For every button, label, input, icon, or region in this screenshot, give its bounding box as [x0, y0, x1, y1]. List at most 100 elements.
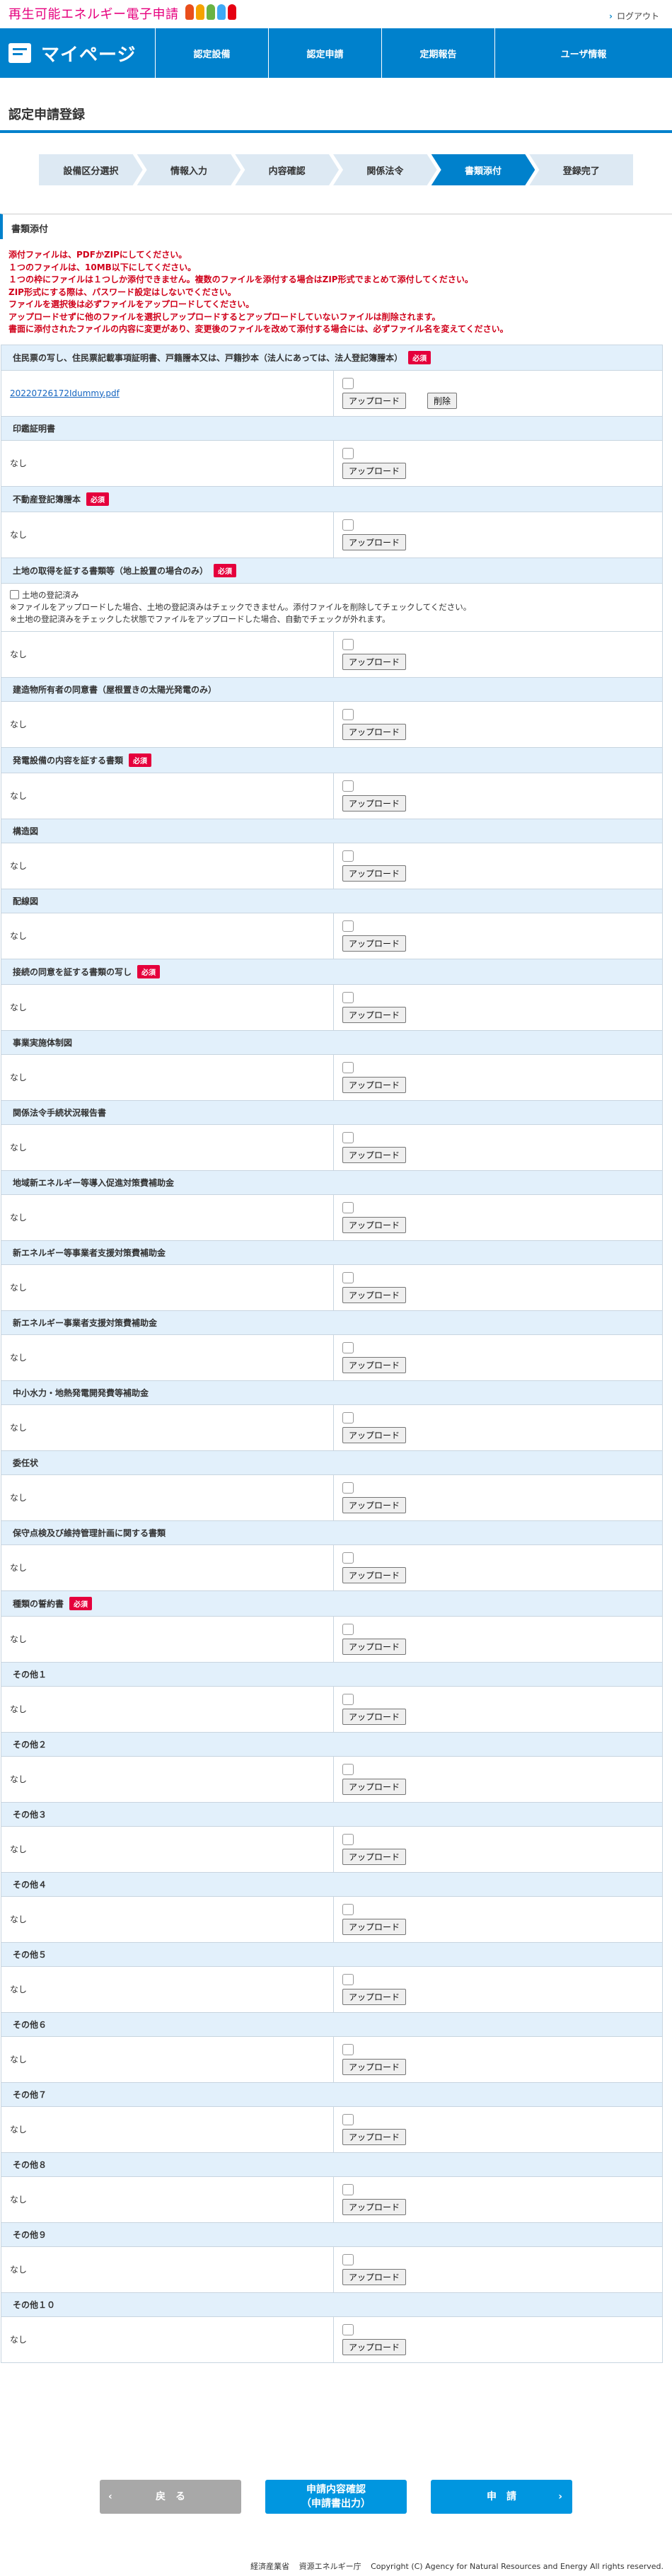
document-title-text: 新エネルギー等事業者支援対策費補助金 [13, 1247, 166, 1258]
upload-button[interactable]: アップロード [342, 2338, 407, 2355]
document-title-text: 土地の取得を証する書類等（地上設置の場合のみ） [13, 565, 209, 576]
nav-item-application[interactable]: 認定申請 [269, 28, 382, 78]
file-select-input[interactable] [342, 780, 354, 792]
file-select-input[interactable] [342, 1131, 354, 1143]
upload-actions: アップロード [342, 2128, 654, 2145]
step-info-input: 情報入力 [137, 154, 241, 185]
document-row: なし アップロード [1, 2106, 662, 2153]
delete-button[interactable]: 削除 [427, 392, 458, 409]
file-select-input[interactable] [342, 519, 354, 531]
upload-actions: アップロード [342, 1286, 654, 1303]
file-select-input[interactable] [342, 1201, 354, 1213]
document-row: なし アップロード [1, 1474, 662, 1521]
upload-button[interactable]: アップロード [342, 1076, 407, 1093]
file-select-input[interactable] [342, 1061, 354, 1073]
upload-button[interactable]: アップロード [342, 1216, 407, 1233]
apply-button[interactable]: 申 請 › [431, 2479, 572, 2514]
attached-file-link[interactable]: 20220726172Idummy.pdf [10, 388, 120, 398]
upload-button[interactable]: アップロード [342, 2058, 407, 2075]
file-select-input[interactable] [342, 1552, 354, 1564]
document-title-text: その他９ [13, 2229, 47, 2240]
file-select-input[interactable] [342, 638, 354, 650]
file-select-input[interactable] [342, 377, 354, 389]
no-file-text: なし [1, 1616, 334, 1662]
document-title: その他１ [1, 1662, 662, 1687]
file-select-input[interactable] [342, 2043, 354, 2055]
upload-button[interactable]: アップロード [342, 1988, 407, 2005]
upload-button[interactable]: アップロード [342, 392, 407, 409]
file-select-input[interactable] [342, 1693, 354, 1705]
document-title: 建造物所有者の同意書（屋根置きの太陽光発電のみ） [1, 677, 662, 702]
upload-actions: アップロード [342, 1918, 654, 1935]
upload-button[interactable]: アップロード [342, 533, 407, 550]
mascot-logo [185, 4, 236, 20]
file-select-input[interactable] [342, 1271, 354, 1283]
upload-button[interactable]: アップロード [342, 1638, 407, 1655]
file-select-input[interactable] [342, 2253, 354, 2265]
upload-actions: アップロード [342, 1006, 654, 1023]
file-select-input[interactable] [342, 1623, 354, 1635]
nav-item-user-info[interactable]: ユーザ情報 [495, 28, 672, 78]
nav-item-periodic-report[interactable]: 定期報告 [382, 28, 495, 78]
land-registered-checkbox[interactable] [10, 589, 19, 599]
upload-button[interactable]: アップロード [342, 2128, 407, 2145]
upload-button[interactable]: アップロード [342, 865, 407, 882]
file-select-input[interactable] [342, 1482, 354, 1494]
footer-ministry: 経済産業省 [250, 2561, 290, 2571]
file-select-input[interactable] [342, 2323, 354, 2335]
upload-actions: アップロード [342, 1988, 654, 2005]
upload-button[interactable]: アップロード [342, 1286, 407, 1303]
file-select-input[interactable] [342, 1411, 354, 1423]
upload-button[interactable]: アップロード [342, 1778, 407, 1795]
document-title: その他５ [1, 1942, 662, 1967]
document-row: なし アップロード [1, 1686, 662, 1733]
upload-button[interactable]: アップロード [342, 795, 407, 812]
upload-button[interactable]: アップロード [342, 1918, 407, 1935]
upload-button[interactable]: アップロード [342, 935, 407, 952]
upload-cell: アップロード 削除 [334, 371, 662, 416]
upload-actions: アップロード [342, 462, 654, 479]
document-title-text: その他１０ [13, 2299, 56, 2310]
file-select-input[interactable] [342, 991, 354, 1003]
file-select-input[interactable] [342, 1341, 354, 1353]
upload-button[interactable]: アップロード [342, 723, 407, 740]
upload-button[interactable]: アップロード [342, 653, 407, 670]
no-file-text: なし [1, 701, 334, 747]
confirm-application-button[interactable]: 申請内容確認 （申請書出力） [265, 2479, 407, 2514]
upload-button[interactable]: アップロード [342, 2198, 407, 2215]
file-select-input[interactable] [342, 1903, 354, 1915]
file-select-input[interactable] [342, 708, 354, 720]
upload-cell: アップロード [334, 1827, 662, 1872]
upload-button[interactable]: アップロード [342, 1496, 407, 1513]
upload-button[interactable]: アップロード [342, 2268, 407, 2285]
nav-mypage[interactable]: マイページ [0, 28, 156, 78]
upload-cell: アップロード [334, 441, 662, 486]
note-line: ZIP形式にする際は、パスワード設定はしないでください。 [8, 287, 236, 297]
site-title[interactable]: 再生可能エネルギー電子申請 [8, 4, 179, 23]
upload-button[interactable]: アップロード [342, 1006, 407, 1023]
file-select-input[interactable] [342, 2183, 354, 2195]
upload-button[interactable]: アップロード [342, 1708, 407, 1725]
upload-button[interactable]: アップロード [342, 1566, 407, 1583]
upload-button[interactable]: アップロード [342, 1146, 407, 1163]
upload-button[interactable]: アップロード [342, 462, 407, 479]
required-badge: 必須 [86, 492, 110, 506]
file-select-input[interactable] [342, 2113, 354, 2125]
nav-item-facility[interactable]: 認定設備 [156, 28, 269, 78]
file-select-input[interactable] [342, 850, 354, 862]
file-select-input[interactable] [342, 1973, 354, 1985]
file-select-input[interactable] [342, 920, 354, 932]
document-title-text: 事業実施体制図 [13, 1037, 73, 1048]
upload-button[interactable]: アップロード [342, 1356, 407, 1373]
upload-button[interactable]: アップロード [342, 1848, 407, 1865]
back-button[interactable]: ‹ 戻 る [100, 2479, 241, 2514]
no-file-text: なし [1, 1826, 334, 1872]
upload-actions: アップロード [342, 1496, 654, 1513]
upload-cell: アップロード [334, 2177, 662, 2222]
file-select-input[interactable] [342, 447, 354, 459]
logout-link[interactable]: ログアウト [609, 10, 659, 22]
upload-button[interactable]: アップロード [342, 1426, 407, 1443]
file-select-input[interactable] [342, 1763, 354, 1775]
file-select-input[interactable] [342, 1833, 354, 1845]
document-title-text: 建造物所有者の同意書（屋根置きの太陽光発電のみ） [13, 684, 217, 695]
